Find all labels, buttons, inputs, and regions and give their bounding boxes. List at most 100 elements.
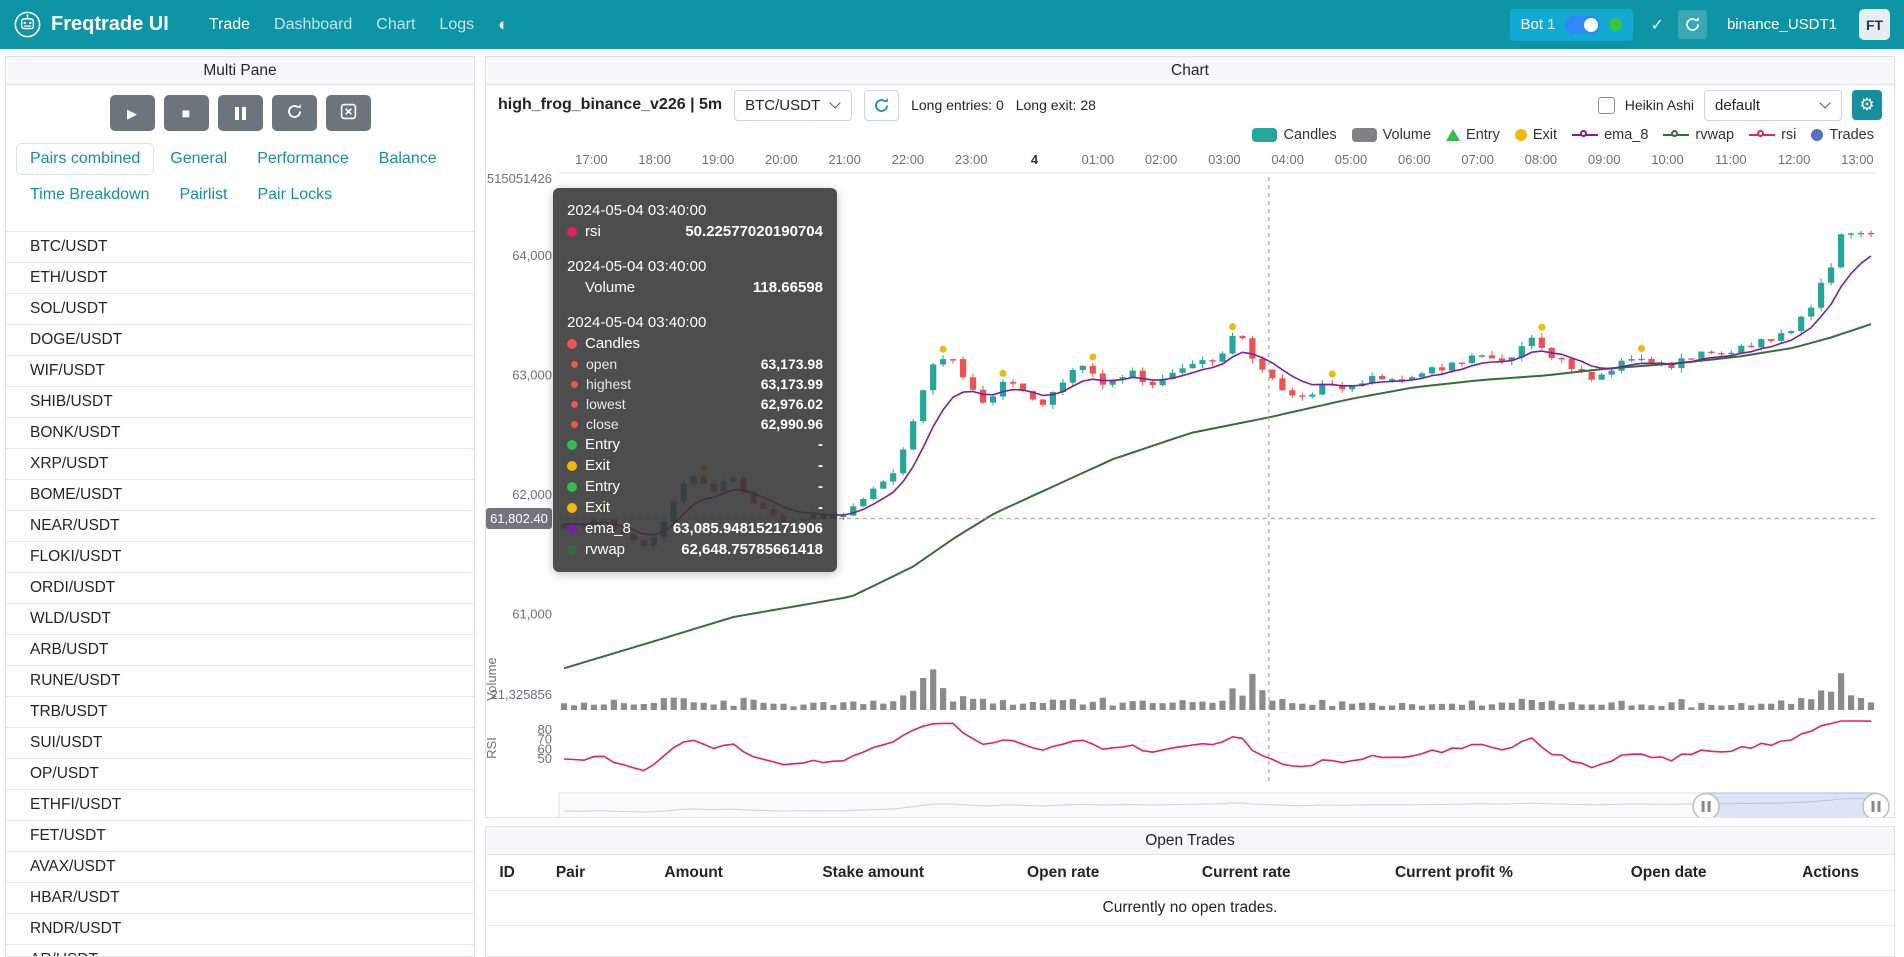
tooltip-timestamp: 2024-05-04 03:40:00 bbox=[567, 256, 823, 277]
tab-pairlist[interactable]: Pairlist bbox=[165, 179, 241, 211]
pair-list-item[interactable]: OP/USDT bbox=[6, 759, 474, 790]
legend-item-candles[interactable]: Candles bbox=[1252, 127, 1336, 143]
pause-icon bbox=[235, 107, 246, 120]
tooltip-row: rsi50.22577020190704 bbox=[567, 221, 823, 242]
legend-item-ema_8[interactable]: ema_8 bbox=[1572, 127, 1648, 143]
pair-list-item[interactable]: SHIB/USDT bbox=[6, 387, 474, 418]
refresh-chart-button[interactable] bbox=[864, 90, 899, 121]
datazoom-handle-left[interactable] bbox=[1693, 794, 1719, 819]
tooltip-timestamp: 2024-05-04 03:40:00 bbox=[567, 200, 823, 221]
pair-list-item[interactable]: TRB/USDT bbox=[6, 697, 474, 728]
tab-balance[interactable]: Balance bbox=[365, 143, 451, 175]
pair-list-item[interactable]: DOGE/USDT bbox=[6, 325, 474, 356]
tab-general[interactable]: General bbox=[156, 143, 241, 175]
pair-list-item[interactable]: FET/USDT bbox=[6, 821, 474, 852]
rsi-legend-icon bbox=[1749, 129, 1775, 141]
pair-list-item[interactable]: ETH/USDT bbox=[6, 263, 474, 294]
avatar[interactable]: FT bbox=[1859, 9, 1890, 40]
theme-toggle-icon[interactable]: ◐ bbox=[498, 15, 508, 35]
tooltip-label: Exit bbox=[585, 455, 610, 476]
bot-selector[interactable]: Bot 1 bbox=[1510, 9, 1633, 41]
tooltip-row: Volume 118.66598 bbox=[567, 277, 823, 298]
legend-item-exit[interactable]: Exit bbox=[1515, 127, 1557, 143]
tooltip-row: Entry- bbox=[567, 476, 823, 497]
pair-list-item[interactable]: RNDR/USDT bbox=[6, 914, 474, 945]
pair-list-item[interactable]: BTC/USDT bbox=[6, 232, 474, 263]
legend-item-trades[interactable]: Trades bbox=[1811, 127, 1874, 143]
pair-list-item[interactable]: AVAX/USDT bbox=[6, 852, 474, 883]
plot-config-select[interactable]: default bbox=[1704, 90, 1842, 121]
pair-list-item[interactable]: WLD/USDT bbox=[6, 604, 474, 635]
pair-list-item[interactable]: NEAR/USDT bbox=[6, 511, 474, 542]
tab-pairs-combined[interactable]: Pairs combined bbox=[16, 143, 154, 175]
pair-list-item[interactable]: BOME/USDT bbox=[6, 480, 474, 511]
pair-list-item[interactable]: ETHFI/USDT bbox=[6, 790, 474, 821]
tooltip-value: - bbox=[818, 434, 823, 455]
pair-list-item[interactable]: XRP/USDT bbox=[6, 449, 474, 480]
legend-item-entry[interactable]: Entry bbox=[1446, 127, 1500, 143]
x-axis-label: 18:00 bbox=[638, 152, 671, 167]
tooltip-row: Entry- bbox=[567, 434, 823, 455]
nav-link-chart[interactable]: Chart bbox=[364, 10, 427, 40]
bot-toggle[interactable] bbox=[1565, 16, 1600, 34]
datazoom-handle-right[interactable] bbox=[1863, 794, 1889, 819]
entry-marker bbox=[567, 440, 577, 450]
x-axis-label: 21:00 bbox=[828, 152, 861, 167]
multi-pane-tabs: Pairs combinedGeneralPerformanceBalance T… bbox=[6, 135, 474, 215]
nav-link-logs[interactable]: Logs bbox=[427, 10, 486, 40]
candles-legend-icon bbox=[1252, 128, 1277, 142]
volume-axis-label: 21,325856 bbox=[491, 687, 552, 702]
tab-time-breakdown[interactable]: Time Breakdown bbox=[16, 179, 163, 211]
start-button[interactable]: ▶ bbox=[110, 95, 155, 131]
tab-pair-locks[interactable]: Pair Locks bbox=[243, 179, 346, 211]
x-axis-label: 09:00 bbox=[1588, 152, 1621, 167]
tooltip-label: highest bbox=[586, 374, 631, 394]
long-entries-label: Long entries: 0 bbox=[911, 97, 1004, 113]
force-exit-button[interactable] bbox=[326, 95, 371, 131]
pair-list-item[interactable]: AR/USDT bbox=[6, 945, 474, 957]
tooltip-value: 118.66598 bbox=[753, 277, 823, 298]
pair-select[interactable]: BTC/USDT bbox=[734, 90, 852, 121]
legend-item-rsi[interactable]: rsi bbox=[1749, 127, 1796, 143]
plot-settings-button[interactable]: ⚙ bbox=[1852, 90, 1882, 120]
exit-marker bbox=[567, 503, 577, 513]
volume-series bbox=[561, 669, 1874, 710]
tooltip-row: open63,173.98 bbox=[567, 354, 823, 374]
nav-link-dashboard[interactable]: Dashboard bbox=[262, 10, 364, 40]
tooltip-row: rvwap62,648.75785661418 bbox=[567, 539, 823, 560]
datazoom-selection[interactable] bbox=[1706, 793, 1876, 818]
column-header-stake-amount: Stake amount bbox=[775, 855, 972, 891]
pair-list-item[interactable]: WIF/USDT bbox=[6, 356, 474, 387]
x-axis-label: 12:00 bbox=[1778, 152, 1811, 167]
stop-button[interactable]: ■ bbox=[164, 95, 209, 131]
tooltip-label: Volume bbox=[585, 277, 635, 298]
chart-toolbar: high_frog_binance_v226 | 5m BTC/USDT Lon… bbox=[486, 87, 1894, 123]
reload-button[interactable] bbox=[272, 95, 317, 131]
chart-legend: Candles Volume Entry Exit ema_8 rvwap rsi Trade… bbox=[486, 123, 1894, 147]
pair-list-item[interactable]: BONK/USDT bbox=[6, 418, 474, 449]
pair-list-item[interactable]: SOL/USDT bbox=[6, 294, 474, 325]
entry-legend-icon bbox=[1446, 129, 1460, 141]
pair-list-item[interactable]: RUNE/USDT bbox=[6, 666, 474, 697]
pair-list-item[interactable]: SUI/USDT bbox=[6, 728, 474, 759]
pair-list-item[interactable]: HBAR/USDT bbox=[6, 883, 474, 914]
datazoom-track[interactable] bbox=[559, 793, 1876, 818]
pair-list-item[interactable]: ORDI/USDT bbox=[6, 573, 474, 604]
heikin-ashi-checkbox[interactable] bbox=[1598, 97, 1615, 114]
pause-button[interactable] bbox=[218, 95, 263, 131]
column-header-current-profit--: Current profit % bbox=[1338, 855, 1570, 891]
x-axis-label: 07:00 bbox=[1461, 152, 1494, 167]
rsi-line bbox=[564, 721, 1871, 771]
nav-link-trade[interactable]: Trade bbox=[197, 10, 262, 40]
pair-list-item[interactable]: FLOKI/USDT bbox=[6, 542, 474, 573]
tab-performance[interactable]: Performance bbox=[243, 143, 363, 175]
legend-item-volume[interactable]: Volume bbox=[1352, 127, 1431, 143]
app-brand[interactable]: Freqtrade UI bbox=[14, 11, 169, 38]
x-axis-label: 19:00 bbox=[702, 152, 735, 167]
reload-bot-button[interactable] bbox=[1678, 10, 1707, 39]
x-axis-label: 17:00 bbox=[575, 152, 608, 167]
pair-list-item[interactable]: ARB/USDT bbox=[6, 635, 474, 666]
y-axis: 51505142664,00063,00062,00061,00021,3258… bbox=[486, 171, 552, 766]
legend-item-rvwap[interactable]: rvwap bbox=[1663, 127, 1734, 143]
legend-label: rsi bbox=[1781, 127, 1796, 143]
